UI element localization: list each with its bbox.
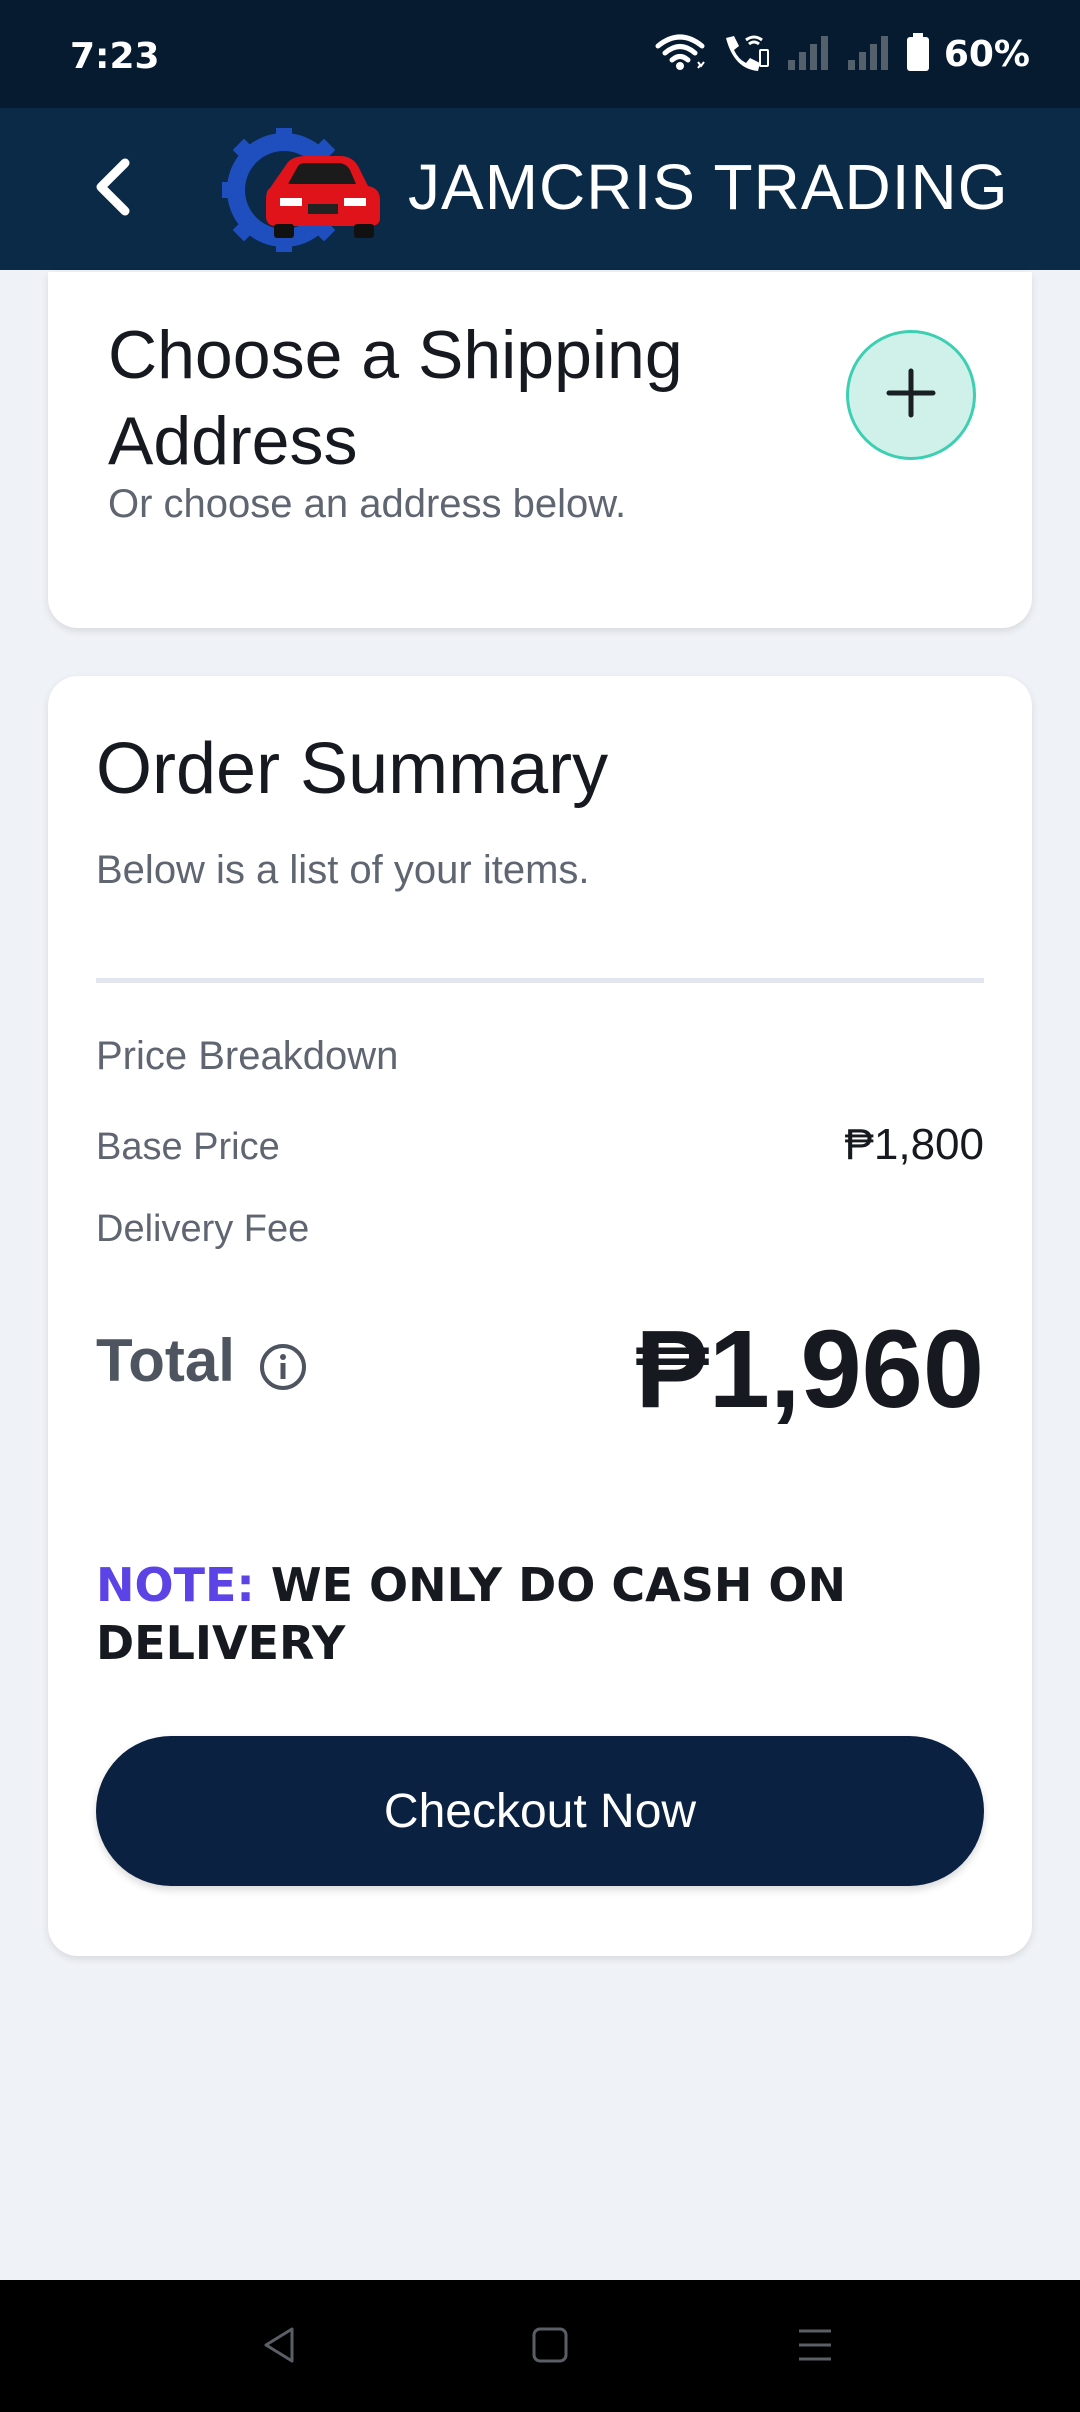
checkout-button[interactable]: Checkout Now (96, 1736, 984, 1886)
gear-car-logo (222, 126, 382, 254)
menu-lines-icon (795, 2325, 835, 2370)
total-label: Total (96, 1327, 235, 1394)
status-time: 7:23 (70, 36, 160, 77)
app-header: JAMCRIS TRADING (0, 108, 1080, 270)
signal-icon (786, 34, 832, 75)
order-summary-title: Order Summary (96, 729, 609, 809)
status-bar: 7:23 60% (0, 0, 1080, 108)
shipping-address-card: Choose a Shipping Address Or choose an a… (48, 272, 1032, 628)
info-icon[interactable] (258, 1342, 308, 1392)
divider (96, 978, 984, 983)
base-price-label: Base Price (96, 1126, 280, 1168)
order-summary-subtitle: Below is a list of your items. (96, 848, 590, 892)
wifi-icon (654, 32, 706, 77)
delivery-fee-label: Delivery Fee (96, 1208, 310, 1250)
order-summary-card: Order Summary Below is a list of your it… (48, 676, 1032, 1956)
add-address-button[interactable] (846, 330, 976, 460)
battery-icon (906, 32, 930, 76)
battery-percent: 60% (943, 33, 1030, 75)
shipping-subtitle: Or choose an address below. (108, 482, 627, 526)
back-button[interactable] (78, 154, 148, 224)
plus-icon (885, 367, 937, 424)
total-value: ₱1,960 (635, 1308, 984, 1431)
status-icons: 60% (654, 32, 1030, 77)
nav-home-button[interactable] (515, 2312, 585, 2382)
back-triangle-icon (260, 2325, 300, 2370)
nav-back-button[interactable] (245, 2312, 315, 2382)
base-price-value: ₱1,800 (844, 1120, 984, 1169)
payment-note: NOTE: WE ONLY DO CASH ON DELIVERY (96, 1556, 916, 1672)
price-breakdown-label: Price Breakdown (96, 1034, 399, 1078)
shipping-title: Choose a Shipping Address (108, 317, 683, 479)
signal-icon (846, 34, 892, 75)
home-square-icon (530, 2325, 570, 2370)
note-prefix: NOTE: (96, 1558, 255, 1612)
navigation-bar (0, 2280, 1080, 2412)
nav-menu-button[interactable] (780, 2312, 850, 2382)
wifi-call-icon (720, 32, 772, 77)
checkout-button-label: Checkout Now (383, 1784, 697, 1838)
chevron-left-icon (91, 157, 135, 222)
app-title: JAMCRIS TRADING (408, 151, 1009, 223)
